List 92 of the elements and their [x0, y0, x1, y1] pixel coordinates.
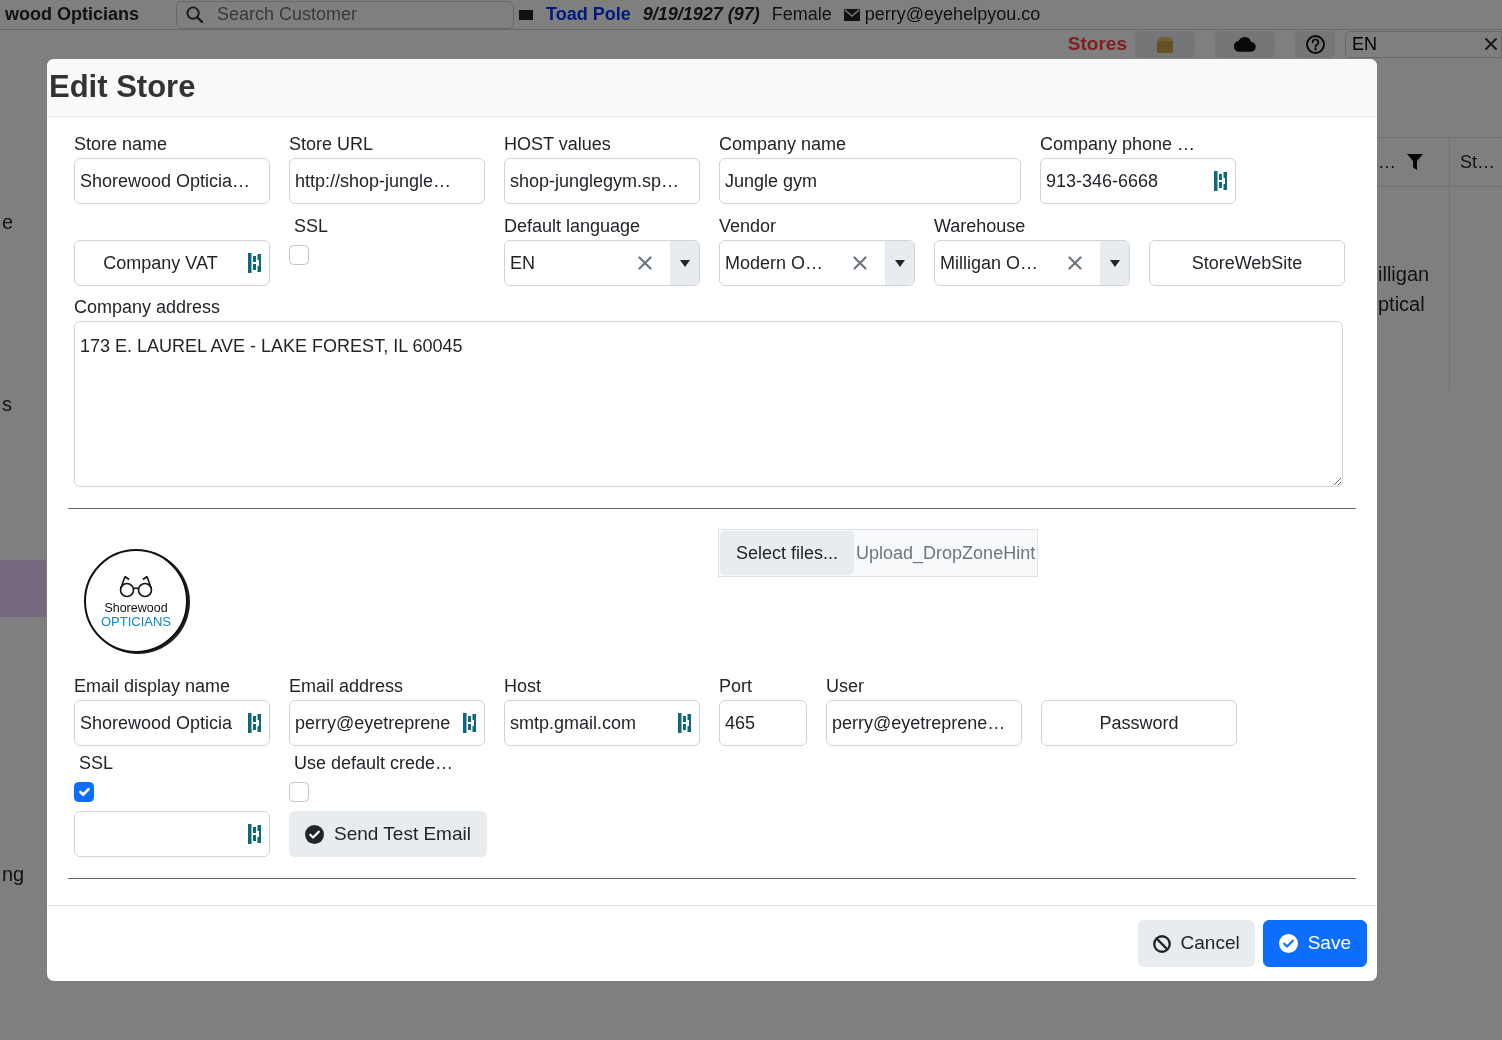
select-value: Milligan O…: [939, 252, 1040, 275]
field-label: SSL: [79, 752, 114, 775]
patient-name-link[interactable]: Toad Pole: [546, 1, 631, 28]
input-field[interactable]: [74, 811, 270, 857]
birth-date: 9/19/1927 (97): [642, 3, 760, 26]
box-icon: [1156, 36, 1174, 53]
caret-icon: [1109, 259, 1120, 267]
select-value: EN: [509, 252, 536, 275]
select-field[interactable]: EN: [504, 240, 700, 286]
bars-icon[interactable]: [678, 713, 691, 733]
caret-icon: [894, 259, 905, 267]
dropzone-hint: Upload_DropZoneHint: [855, 541, 1037, 566]
field-label: Warehouse: [934, 215, 1026, 238]
check-circle-icon: [305, 824, 324, 844]
cancel-icon: [1152, 934, 1171, 953]
column-header[interactable]: St…: [1460, 148, 1495, 176]
bars-icon[interactable]: [248, 253, 261, 273]
clear-icon[interactable]: [1068, 256, 1082, 270]
field-label: Company address: [74, 296, 221, 319]
toolbar-button[interactable]: [1215, 31, 1275, 58]
field-label: SSL: [294, 215, 329, 238]
input-field[interactable]: shop-junglegym.sp…: [504, 158, 700, 204]
checkbox[interactable]: [74, 782, 94, 802]
field-label: Company phone …: [1040, 133, 1196, 156]
field-label: Host: [504, 675, 541, 698]
input-field[interactable]: http://shop-jungle…: [289, 158, 485, 204]
table-cell-text: illigan ptical: [1377, 262, 1431, 317]
send-test-button[interactable]: Send Test Email: [289, 811, 487, 857]
glasses-icon: [119, 573, 153, 598]
dropdown-button[interactable]: [670, 241, 699, 285]
save-button[interactable]: Save: [1262, 920, 1367, 967]
brand-name: wood Opticians: [5, 4, 139, 24]
search-field[interactable]: Search Customer: [176, 0, 514, 29]
select-files-button[interactable]: Select files...: [720, 531, 855, 575]
caret-icon: [679, 259, 690, 267]
checkbox[interactable]: [289, 245, 309, 265]
cloud-icon: [1234, 37, 1256, 52]
field-label: Email address: [289, 675, 404, 698]
dropdown-button[interactable]: [885, 241, 914, 285]
bars-icon[interactable]: [1214, 171, 1227, 191]
field-label: Email display name: [74, 675, 231, 698]
logo-name: Shorewood: [104, 600, 168, 615]
column-header[interactable]: …: [1378, 148, 1396, 176]
clear-icon[interactable]: [1485, 38, 1497, 50]
square-icon: [519, 9, 533, 20]
page-title: Stores: [1067, 32, 1127, 57]
field-label: Vendor: [719, 215, 777, 238]
logo-tagline: OPTICIANS: [100, 614, 172, 629]
field-label: User: [826, 675, 864, 698]
input-field[interactable]: Company VAT: [74, 240, 270, 286]
field-label: Default language: [504, 215, 641, 238]
select-field[interactable]: Modern O…: [719, 240, 915, 286]
language-field[interactable]: EN: [1345, 31, 1502, 58]
input-field[interactable]: perry@eyetreprene…: [826, 700, 1022, 746]
bars-icon[interactable]: [248, 713, 261, 733]
text-area[interactable]: 173 E. LAUREL AVE - LAKE FOREST, IL 60045: [74, 321, 1343, 487]
select-value: Modern O…: [724, 252, 825, 275]
input-field[interactable]: Jungle gym: [719, 158, 1021, 204]
envelope-icon: [843, 8, 860, 21]
sidebar-item[interactable]: ng: [0, 846, 25, 903]
search-icon: [186, 5, 203, 23]
input-field[interactable]: 913-346-6668: [1040, 158, 1236, 204]
clear-icon[interactable]: [638, 256, 652, 270]
field-label: HOST values: [504, 133, 611, 156]
checkbox[interactable]: [289, 782, 309, 802]
input-field[interactable]: perry@eyetreprene: [289, 700, 485, 746]
bars-icon[interactable]: [463, 713, 476, 733]
sidebar-item[interactable]: e: [0, 194, 14, 251]
input-field[interactable]: 465: [719, 700, 807, 746]
input-field[interactable]: StoreWebSite: [1149, 240, 1345, 286]
clear-icon[interactable]: [853, 256, 867, 270]
bars-icon[interactable]: [248, 824, 261, 844]
check-circle-icon: [1278, 934, 1298, 953]
field-label: Store URL: [289, 133, 374, 156]
email-text: perry@eyehelpyou.co: [864, 3, 1041, 26]
field-label: Port: [719, 675, 752, 698]
help-icon: [1305, 35, 1325, 54]
input-field[interactable]: smtp.gmail.com: [504, 700, 700, 746]
dropdown-button[interactable]: [1100, 241, 1129, 285]
toolbar-button[interactable]: [1295, 31, 1335, 58]
field-label: Use default crede…: [294, 752, 454, 775]
cancel-button[interactable]: Cancel: [1137, 920, 1255, 967]
gender-text: Female: [771, 3, 832, 26]
field-label: Company name: [719, 133, 847, 156]
dialog-title: Edit Store: [49, 68, 196, 107]
input-field[interactable]: Shorewood Opticia…: [74, 158, 270, 204]
input-field[interactable]: Shorewood Opticia: [74, 700, 270, 746]
sidebar-item[interactable]: s: [0, 376, 12, 433]
input-field[interactable]: Password: [1041, 700, 1237, 746]
field-label: Store name: [74, 133, 168, 156]
select-field[interactable]: Milligan O…: [934, 240, 1130, 286]
filter-icon[interactable]: [1407, 154, 1423, 170]
